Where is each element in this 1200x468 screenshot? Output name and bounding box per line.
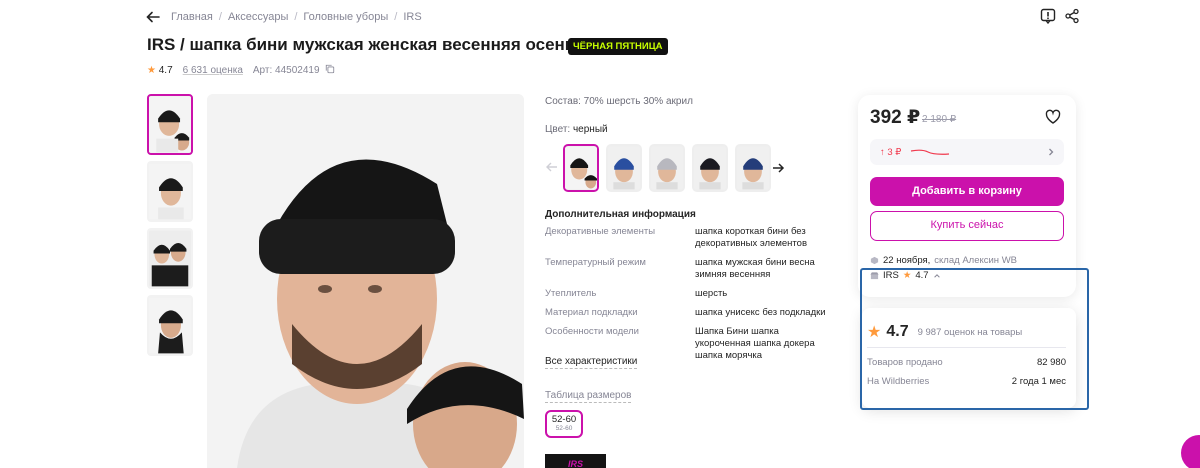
breadcrumb-separator: / <box>294 11 298 23</box>
breadcrumb-separator: / <box>218 11 222 23</box>
arrow-left-icon[interactable] <box>545 160 559 174</box>
thumbnail-4[interactable] <box>147 295 193 356</box>
buy-now-button[interactable]: Купить сейчас <box>870 211 1064 241</box>
color-swatch-dark[interactable] <box>692 144 728 192</box>
all-specs-link[interactable]: Все характеристики <box>545 356 638 369</box>
spec-table: Декоративные элементы шапка короткая бин… <box>545 226 835 369</box>
promo-badge: ЧЁРНАЯ ПЯТНИЦА <box>568 38 668 55</box>
color-swatch-grey[interactable] <box>649 144 685 192</box>
color-swatches <box>563 144 771 192</box>
breadcrumb-item-headwear[interactable]: Головные уборы <box>303 11 388 23</box>
highlight-frame <box>860 268 1089 410</box>
spec-value: Шапка Бини шапка укороченная шапка докер… <box>695 326 815 361</box>
rating: ★ 4.7 <box>147 64 173 76</box>
report-icon[interactable] <box>1040 8 1056 25</box>
back-arrow-icon[interactable] <box>145 9 161 25</box>
reviews-link[interactable]: 6 631 оценка <box>183 65 243 76</box>
top-actions <box>1040 8 1080 25</box>
spec-value: шапка мужская бини весна зимняя весенняя <box>695 257 815 280</box>
size-label: 52-60 <box>551 414 577 425</box>
spec-name: Утеплитель <box>545 288 597 299</box>
spec-value: шерсть <box>695 288 728 299</box>
size-option[interactable]: 52-60 52-60 <box>545 410 583 438</box>
price-change: ↑ 3 ₽ <box>880 147 950 158</box>
chevron-right-icon <box>1049 148 1054 156</box>
breadcrumb-item-home[interactable]: Главная <box>171 11 213 23</box>
composition: Состав: 70% шерсть 30% акрил <box>545 96 693 107</box>
spec-name: Декоративные элементы <box>545 226 656 237</box>
size-table-link[interactable]: Таблица размеров <box>545 390 632 403</box>
heart-icon[interactable] <box>1045 109 1061 125</box>
spec-name: Материал подкладки <box>545 307 638 318</box>
spec-value: шапка короткая бини без декоративных эле… <box>695 226 808 249</box>
chat-button[interactable] <box>1181 435 1200 468</box>
share-icon[interactable] <box>1064 8 1080 24</box>
brand-logo-text: IRS <box>567 459 583 468</box>
color-swatch-black[interactable] <box>563 144 599 192</box>
star-icon: ★ <box>147 64 156 76</box>
spec-name: Температурный режим <box>545 257 646 268</box>
spec-row: Утеплитель шерсть <box>545 288 835 300</box>
price-trend-line <box>910 150 950 156</box>
delivery-info: 22 ноября, склад Алексин WB <box>870 255 1017 266</box>
color-swatch-blue[interactable] <box>606 144 642 192</box>
color-swatch-navy[interactable] <box>735 144 771 192</box>
box-icon <box>870 256 879 265</box>
add-to-cart-button[interactable]: Добавить в корзину <box>870 177 1064 206</box>
old-price: 2 180 ₽ <box>922 114 957 125</box>
breadcrumb: Главная / Аксессуары / Головные уборы / … <box>171 11 422 23</box>
size-sublabel: 52-60 <box>555 425 573 432</box>
color-label: Цвет: черный <box>545 124 608 135</box>
breadcrumb-item-accessories[interactable]: Аксессуары <box>228 11 288 23</box>
thumbnail-1[interactable] <box>147 94 193 155</box>
thumbnail-2[interactable] <box>147 161 193 222</box>
spec-row: Температурный режим шапка мужская бини в… <box>545 257 835 281</box>
spec-row: Материал подкладки шапка унисекс без под… <box>545 307 835 319</box>
breadcrumb-separator: / <box>394 11 398 23</box>
spec-value: шапка унисекс без подкладки <box>695 307 826 318</box>
brand-banner[interactable]: IRS <box>545 454 606 468</box>
arrow-right-icon[interactable] <box>771 161 785 175</box>
product-meta: ★ 4.7 6 631 оценка Арт: 44502419 <box>147 64 335 76</box>
article-number: Арт: 44502419 <box>253 64 335 76</box>
thumbnail-3[interactable] <box>147 228 193 289</box>
copy-icon[interactable] <box>325 64 335 74</box>
additional-info-title: Дополнительная информация <box>545 209 696 220</box>
main-product-image[interactable] <box>207 94 524 468</box>
product-title: IRS / шапка бини мужская женская весення… <box>147 35 595 54</box>
price: 392 ₽ <box>870 107 921 128</box>
thumbnail-list <box>147 94 193 356</box>
breadcrumb-item-brand[interactable]: IRS <box>403 11 421 23</box>
spec-row: Декоративные элементы шапка короткая бин… <box>545 226 835 250</box>
